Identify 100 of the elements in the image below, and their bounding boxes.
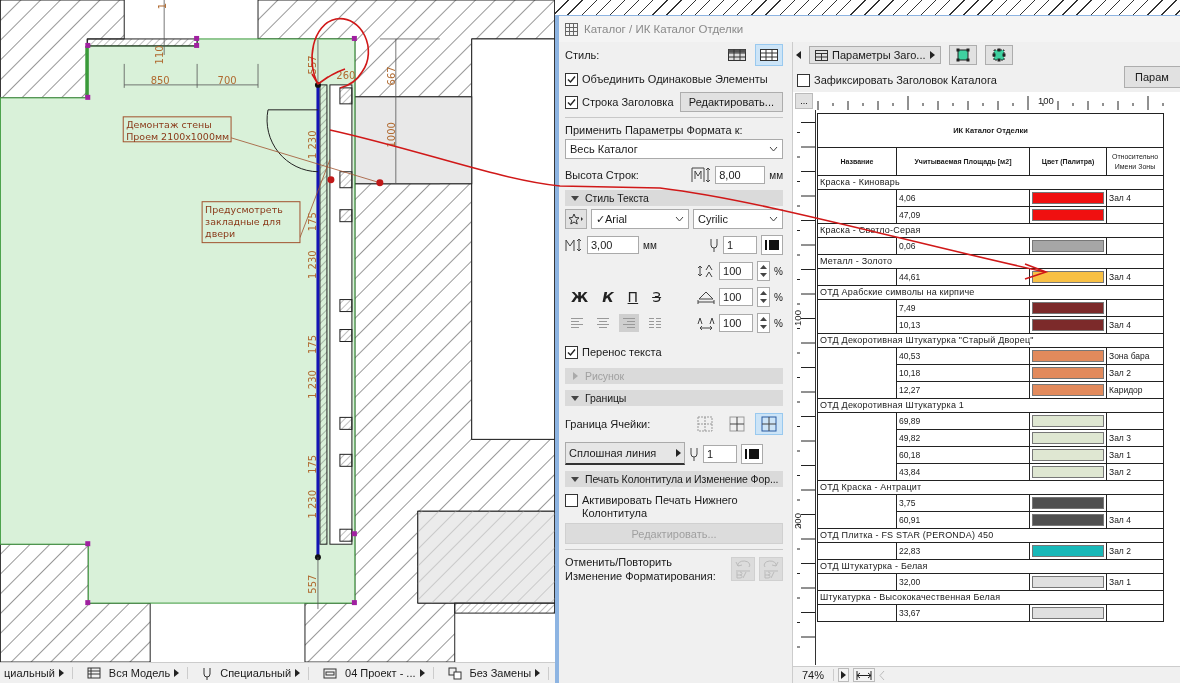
chevron-icon — [675, 216, 684, 222]
caret-icon[interactable] — [796, 51, 801, 59]
text-format-button[interactable]: П — [627, 289, 639, 305]
table-cell: Зал 4 — [1106, 316, 1164, 334]
dimension-label: 1 230 — [306, 490, 318, 519]
override-icon — [447, 666, 462, 680]
zoom-field[interactable]: 74% — [793, 669, 834, 681]
caret-icon — [676, 449, 681, 457]
checkbox-label: Перенос текста — [582, 346, 662, 358]
table-cell: 49,82 — [896, 429, 1030, 447]
spinner-button[interactable] — [757, 313, 771, 333]
table-cell: 60,91 — [896, 511, 1030, 529]
wall-line — [85, 45, 89, 98]
dimension-label: 1 230 — [306, 370, 318, 399]
row-height-icon — [691, 167, 712, 183]
dimension-label: 110 — [154, 45, 166, 65]
letter-spacing-icon — [697, 316, 716, 330]
spacing-field[interactable]: 100 — [719, 262, 754, 280]
section-header[interactable]: Границы — [565, 390, 783, 406]
table-cell: 10,13 — [896, 316, 1030, 334]
favorites-button[interactable] — [565, 209, 587, 229]
dimension-label: 175 — [306, 335, 318, 354]
text-size-field[interactable]: 3,00 — [587, 236, 639, 254]
table-cell: 3,75 — [896, 494, 1030, 512]
border-button[interactable] — [755, 413, 783, 435]
char-width-icon — [697, 290, 716, 304]
status-item[interactable]: Вся Модель — [108, 667, 171, 679]
status-item[interactable]: циальный — [4, 667, 55, 679]
header-settings-button[interactable]: Параметры Заго... — [809, 46, 941, 64]
table-cell: 43,84 — [896, 463, 1030, 481]
more-button[interactable]: ... — [795, 93, 813, 109]
chevron-icon — [769, 216, 778, 222]
pen-color-button[interactable] — [741, 443, 763, 464]
table-cell: Зал 4 — [1106, 189, 1164, 207]
caret-icon[interactable] — [535, 669, 541, 677]
leader-dot — [376, 179, 384, 187]
unit-label: мм — [643, 239, 657, 251]
parameters-button[interactable]: Парам — [1124, 66, 1180, 88]
table-cell: 32,00 — [896, 573, 1030, 591]
checkbox[interactable] — [565, 95, 578, 109]
pen-color-button[interactable] — [761, 235, 783, 255]
scope-dropdown[interactable]: Весь Каталог — [565, 139, 783, 159]
checkbox[interactable] — [565, 494, 578, 507]
chevron-icon — [769, 146, 778, 152]
group-row: ОТД Арабские символы на кирпиче — [817, 285, 1164, 300]
text-format-button[interactable]: К — [602, 289, 614, 305]
group-row: ОТД Штукатурка - Белая — [817, 559, 1164, 574]
dimension-label: 557 — [306, 55, 318, 75]
pen-field[interactable]: 1 — [703, 444, 737, 463]
border-icon — [729, 416, 745, 432]
status-item[interactable]: Без Замены — [469, 667, 532, 679]
checkbox[interactable] — [565, 72, 578, 86]
pen-field[interactable]: 1 — [723, 236, 757, 254]
spinner-button[interactable] — [757, 287, 771, 307]
fit-width-button[interactable] — [853, 668, 875, 682]
select-frame-button[interactable] — [948, 45, 977, 65]
caret-icon — [929, 51, 935, 59]
text-format-button[interactable]: Ж — [571, 289, 589, 305]
checkbox-label: Объединить Одинаковые Элементы — [582, 73, 768, 85]
checkbox[interactable] — [797, 73, 810, 87]
line-type-dropdown[interactable]: Сплошная линия — [565, 442, 685, 465]
ruler-label: 200 — [793, 513, 803, 529]
section-header[interactable]: Печать Колонтитула и Изменение Фор... — [565, 471, 783, 487]
status-item[interactable]: 04 Проект - ... — [345, 667, 416, 679]
spinner-button[interactable] — [757, 261, 771, 281]
edit-button[interactable]: Редактировать... — [679, 92, 783, 112]
frame-icon — [991, 48, 1006, 62]
fit-width-icon — [856, 670, 872, 680]
caret-icon[interactable] — [58, 669, 64, 677]
table-cell: 0,06 — [896, 237, 1030, 255]
font-dropdown[interactable]: ✓Arial — [591, 209, 689, 229]
layers-icon — [86, 667, 101, 679]
dimension-label: 175 — [306, 212, 318, 232]
caret-icon[interactable] — [295, 669, 301, 677]
pen-icon — [709, 238, 719, 252]
group-row: Металл - Золото — [817, 254, 1164, 269]
script-dropdown[interactable]: Cyrilic — [693, 209, 783, 229]
caret-icon[interactable] — [174, 669, 180, 677]
door-swing-drawing — [266, 109, 319, 173]
spinner-icon — [759, 315, 769, 331]
status-item[interactable]: Специальный — [220, 667, 292, 679]
spacing-field[interactable]: 100 — [719, 314, 754, 332]
align-icon — [622, 317, 636, 329]
table-cell: Зона бара — [1106, 347, 1164, 365]
spacing-field[interactable]: 100 — [719, 288, 754, 306]
table-cell: 44,61 — [896, 268, 1030, 286]
checkbox[interactable] — [565, 345, 578, 359]
text-format-button[interactable]: З — [652, 289, 662, 305]
apply-label: Применить Параметры Формата к: — [565, 124, 744, 136]
border-icon — [697, 416, 713, 432]
caret-icon — [571, 194, 579, 202]
group-row: ОТД Плитка - FS STAR (PERONDA) 450 — [817, 528, 1164, 543]
group-row: ОТД Краска - Антрацит — [817, 480, 1164, 495]
table-style-button[interactable] — [755, 44, 783, 66]
row-height-field[interactable]: 8,00 — [715, 166, 766, 184]
zoom-menu-button[interactable] — [838, 668, 849, 682]
caret-icon[interactable] — [419, 669, 425, 677]
section-header[interactable]: Стиль Текста — [565, 190, 783, 206]
leader-dot — [327, 176, 335, 184]
select-cells-button[interactable] — [984, 45, 1013, 65]
